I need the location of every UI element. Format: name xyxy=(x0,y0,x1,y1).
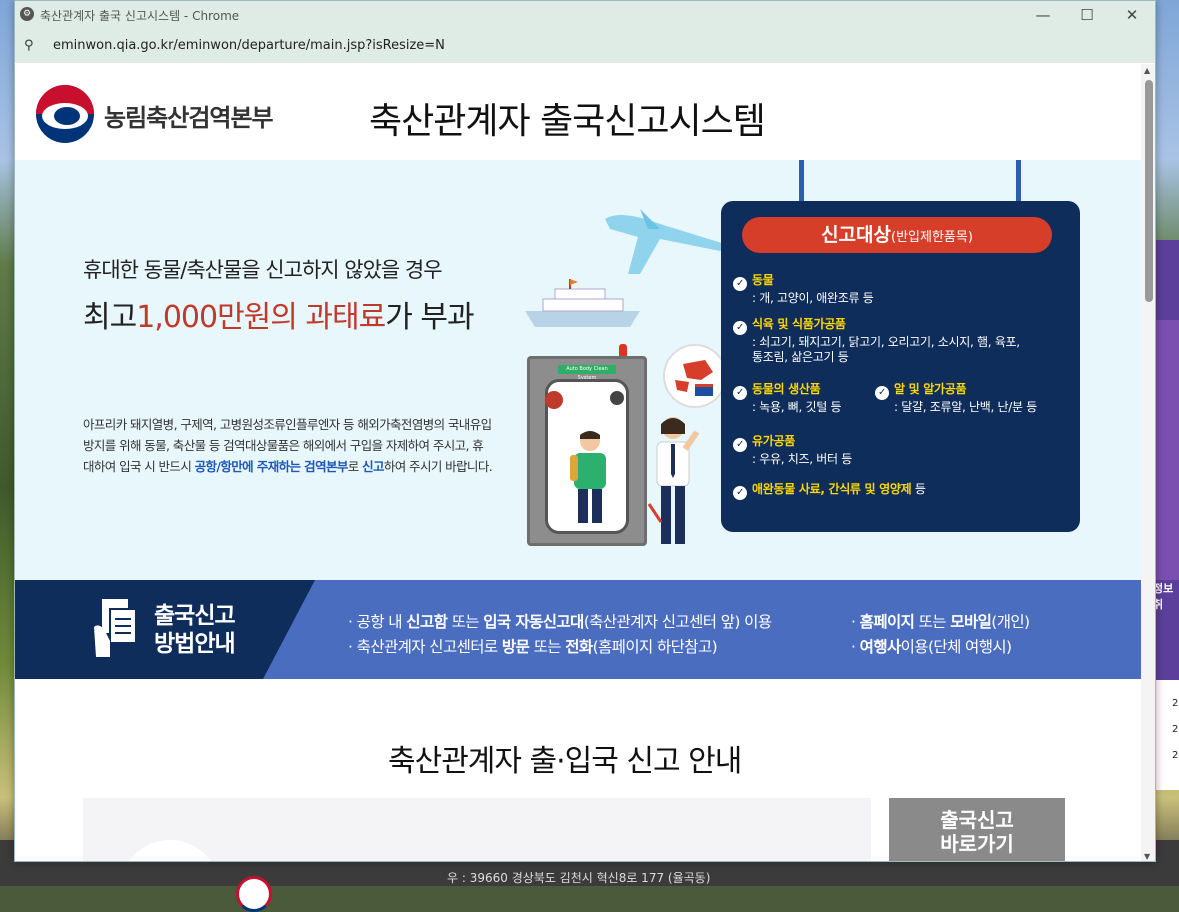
guide-title: 출국신고 방법안내 xyxy=(154,602,236,658)
page-content: 농림축산검역본부 축산관계자 출국신고시스템 휴대한 동물/축산물을 신고하지 … xyxy=(15,64,1141,861)
background-number: 2 xyxy=(1172,750,1179,761)
board-item: ✓ 알 및 알가공품 : 달걀, 조류알, 난백, 난/분 등 xyxy=(875,382,1037,415)
virus-icon xyxy=(545,391,563,409)
maximize-button[interactable]: ☐ xyxy=(1067,4,1107,26)
minimize-button[interactable]: — xyxy=(1023,4,1063,26)
report-method-banner: 출국신고 방법안내 · 공항 내 신고함 또는 입국 자동신고대(축산관계자 신고… xyxy=(15,580,1141,679)
background-window-panel xyxy=(1155,320,1179,580)
board-item-title: 동물 xyxy=(752,273,774,287)
close-button[interactable]: ✕ xyxy=(1112,4,1152,26)
board-item-title: 유가공품 xyxy=(752,434,795,448)
hero-desc-highlight: 신고 xyxy=(362,459,384,474)
guide-line-2: · 축산관계자 신고센터로 방문 또는 전화(홈페이지 하단참고) xyxy=(348,638,718,656)
button-label: 바로가기 xyxy=(940,832,1014,856)
background-number: 2 xyxy=(1172,724,1179,735)
board-item: ✓ 식육 및 식품가공품 : 쇠고기, 돼지고기, 닭고기, 오리고기, 소시지, … xyxy=(733,317,1020,365)
hero-line2-post: 가 부과 xyxy=(385,300,474,335)
site-info-icon[interactable]: ⚲ xyxy=(24,38,34,53)
departure-report-button[interactable]: 출국신고 바로가기 xyxy=(889,798,1065,861)
hero-description: 아프리카 돼지열병, 구제역, 고병원성조류인플루엔자 등 해외가축전염병의 국… xyxy=(83,414,493,477)
board-item-suffix: 등 xyxy=(911,482,926,496)
scrollbar[interactable]: ▲ ▼ xyxy=(1141,64,1155,861)
check-icon: ✓ xyxy=(875,386,889,400)
officer-illustration xyxy=(647,417,700,544)
guide-title-line: 방법안내 xyxy=(154,631,236,657)
board-item: ✓ 유가공품 : 우유, 치즈, 버터 등 xyxy=(733,434,852,467)
org-name[interactable]: 농림축산검역본부 xyxy=(104,98,274,133)
hero-line1: 휴대한 동물/축산물을 신고하지 않았을 경우 xyxy=(83,258,443,282)
background-window-list xyxy=(1155,680,1179,790)
hero-desc-text: 로 xyxy=(347,459,363,474)
board-item-desc: : 달걀, 조류알, 난백, 난/분 등 xyxy=(894,400,1038,414)
board-item-desc: : 녹용, 뼈, 깃털 등 xyxy=(752,400,842,414)
ship-illustration xyxy=(525,279,640,327)
korea-emblem-logo[interactable] xyxy=(36,85,94,143)
scroll-down-arrow-icon[interactable]: ▼ xyxy=(1144,852,1150,861)
check-icon: ✓ xyxy=(733,438,747,452)
board-item: ✓ 동물의 생산품 : 녹용, 뼈, 깃털 등 xyxy=(733,382,842,415)
check-icon: ✓ xyxy=(733,277,747,291)
background-number: 2 xyxy=(1172,698,1179,709)
board-item-desc: : 우유, 치즈, 버터 등 xyxy=(752,452,853,466)
url-text[interactable]: eminwon.qia.go.kr/eminwon/departure/main… xyxy=(53,38,445,53)
map-icon xyxy=(663,344,727,408)
check-icon: ✓ xyxy=(733,386,747,400)
document-hand-icon xyxy=(94,599,137,657)
guide-title-panel-edge xyxy=(263,580,315,679)
board-item: ✓ 동물 : 개, 고양이, 애완조류 등 xyxy=(733,273,874,306)
board-item-title: 알 및 알가공품 xyxy=(894,382,967,396)
hero-line2: 최고1,000만원의 과태료가 부과 xyxy=(83,292,475,336)
board-header: 신고대상(반입제한품목) xyxy=(742,217,1052,253)
hero-desc-highlight: 공항/항만에 주재하는 검역본부 xyxy=(194,459,349,474)
check-icon: ✓ xyxy=(733,321,747,335)
board-item-title: 식육 및 식품가공품 xyxy=(752,317,846,331)
board-item: ✓ 애완동물 사료, 간식류 및 영양제 등 xyxy=(733,482,926,500)
window-title: 축산관계자 출국 신고시스템 - Chrome xyxy=(40,9,240,23)
guide-title-line: 출국신고 xyxy=(154,603,236,629)
board-title: 신고대상 xyxy=(821,224,891,246)
board-item-desc: 통조림, 삶은고기 등 xyxy=(752,350,849,364)
chrome-icon: ⚙ xyxy=(20,7,34,21)
hero-desc-text: 하여 주시기 바랍니다. xyxy=(383,459,493,474)
button-label: 출국신고 xyxy=(940,808,1014,832)
board-subtitle: (반입제한품목) xyxy=(891,230,973,245)
board-item-title: 동물의 생산품 xyxy=(752,382,821,396)
board-hanger xyxy=(1016,160,1021,203)
board-item-title: 애완동물 사료, 간식류 및 영양제 xyxy=(752,482,912,496)
booth-sign: Auto Body Clean System xyxy=(558,365,616,381)
footer-address: 우 : 39660 경상북도 김천시 혁신8로 177 (율곡동) xyxy=(447,871,711,885)
board-item-desc: : 개, 고양이, 애완조류 등 xyxy=(752,291,874,305)
scroll-up-arrow-icon[interactable]: ▲ xyxy=(1144,66,1150,75)
virus-icon xyxy=(610,391,624,405)
title-bar[interactable]: ⚙ 축산관계자 출국 신고시스템 - Chrome — ☐ ✕ xyxy=(15,1,1155,29)
guide-line-1: · 공항 내 신고함 또는 입국 자동신고대(축산관계자 신고센터 앞) 이용 xyxy=(348,613,772,631)
board-item-desc: : 쇠고기, 돼지고기, 닭고기, 오리고기, 소시지, 햄, 육포, xyxy=(752,335,1020,349)
airplane-illustration xyxy=(605,209,727,274)
scrollbar-thumb[interactable] xyxy=(1145,80,1153,302)
traveler-illustration xyxy=(570,431,606,523)
board-hanger xyxy=(799,160,804,203)
page-title: 축산관계자 출국신고시스템 xyxy=(369,101,766,142)
hero-line2-pre: 최고 xyxy=(83,300,137,335)
guide-line-3: · 홈페이지 또는 모바일(개인) xyxy=(851,613,1030,631)
hero-fine-amount: 1,000만원의 과태료 xyxy=(136,300,386,335)
background-footer-logo xyxy=(236,876,272,912)
guide-line-4: · 여행사이용(단체 여행시) xyxy=(851,638,1012,656)
check-icon: ✓ xyxy=(733,486,747,500)
background-window-text: 정보취 xyxy=(1153,582,1174,611)
section-title: 축산관계자 출·입국 신고 안내 xyxy=(388,744,742,779)
browser-popup-window: ⚙ 축산관계자 출국 신고시스템 - Chrome — ☐ ✕ ⚲ eminwo… xyxy=(14,0,1156,862)
report-target-board: 신고대상(반입제한품목) ✓ 동물 : 개, 고양이, 애완조류 등 ✓ 식육 및 식… xyxy=(721,201,1080,532)
